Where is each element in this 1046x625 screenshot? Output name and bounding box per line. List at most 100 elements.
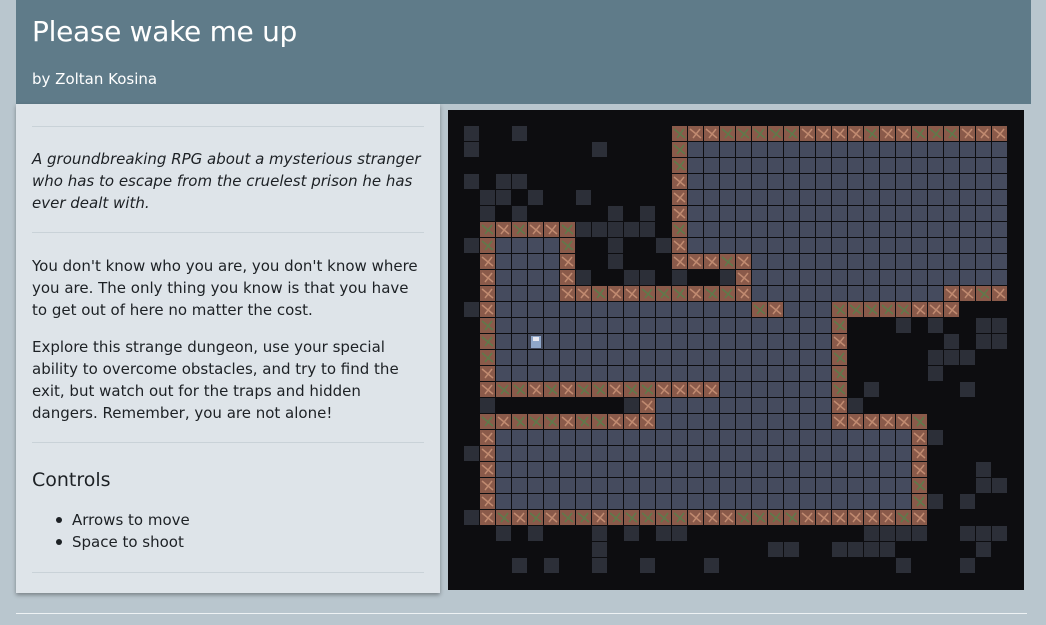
floor-tile xyxy=(816,142,831,157)
floor-tile xyxy=(624,446,639,461)
game-info-panel: A groundbreaking RPG about a mysterious … xyxy=(16,104,440,593)
floor-tile xyxy=(512,366,527,381)
rubble-tile xyxy=(592,542,607,557)
floor-tile xyxy=(576,350,591,365)
floor-tile xyxy=(608,478,623,493)
floor-tile xyxy=(704,494,719,509)
floor-tile xyxy=(736,366,751,381)
floor-tile xyxy=(704,206,719,221)
floor-tile xyxy=(608,462,623,477)
floor-tile xyxy=(784,174,799,189)
floor-tile xyxy=(800,414,815,429)
floor-tile xyxy=(672,494,687,509)
floor-tile xyxy=(704,222,719,237)
floor-tile xyxy=(752,270,767,285)
floor-tile xyxy=(736,302,751,317)
floor-tile xyxy=(688,478,703,493)
floor-tile xyxy=(848,190,863,205)
floor-tile xyxy=(992,158,1007,173)
floor-tile xyxy=(544,254,559,269)
floor-tile xyxy=(992,254,1007,269)
floor-tile xyxy=(608,334,623,349)
floor-tile xyxy=(672,350,687,365)
rubble-tile xyxy=(928,494,943,509)
floor-tile xyxy=(880,270,895,285)
floor-tile xyxy=(704,446,719,461)
floor-tile xyxy=(768,222,783,237)
floor-tile xyxy=(496,446,511,461)
floor-tile xyxy=(656,366,671,381)
controls-list: Arrows to move Space to shoot xyxy=(56,509,416,553)
floor-tile xyxy=(560,366,575,381)
floor-tile xyxy=(496,270,511,285)
rubble-tile xyxy=(720,270,735,285)
floor-tile xyxy=(864,462,879,477)
floor-tile xyxy=(768,174,783,189)
floor-tile xyxy=(800,382,815,397)
floor-tile xyxy=(912,254,927,269)
floor-tile xyxy=(768,366,783,381)
rubble-tile xyxy=(656,526,671,541)
floor-tile xyxy=(912,174,927,189)
game-canvas[interactable] xyxy=(448,110,1024,590)
floor-tile xyxy=(800,398,815,413)
floor-tile xyxy=(944,270,959,285)
floor-tile xyxy=(768,206,783,221)
control-label: Space to shoot xyxy=(72,533,184,551)
floor-tile xyxy=(624,366,639,381)
floor-tile xyxy=(768,190,783,205)
floor-tile xyxy=(848,254,863,269)
floor-tile xyxy=(928,190,943,205)
floor-tile xyxy=(704,398,719,413)
floor-tile xyxy=(592,462,607,477)
floor-tile xyxy=(544,462,559,477)
floor-tile xyxy=(768,158,783,173)
floor-tile xyxy=(768,270,783,285)
floor-tile xyxy=(864,238,879,253)
floor-tile xyxy=(800,302,815,317)
floor-tile xyxy=(656,398,671,413)
floor-tile xyxy=(640,334,655,349)
floor-tile xyxy=(880,446,895,461)
floor-tile xyxy=(864,206,879,221)
floor-tile xyxy=(720,494,735,509)
floor-tile xyxy=(608,366,623,381)
floor-tile xyxy=(496,254,511,269)
floor-tile xyxy=(832,270,847,285)
floor-tile xyxy=(592,350,607,365)
floor-tile xyxy=(960,254,975,269)
floor-tile xyxy=(768,350,783,365)
floor-tile xyxy=(736,190,751,205)
floor-tile xyxy=(672,302,687,317)
floor-tile xyxy=(544,302,559,317)
floor-tile xyxy=(816,462,831,477)
floor-tile xyxy=(928,206,943,221)
floor-tile xyxy=(752,174,767,189)
floor-tile xyxy=(816,270,831,285)
floor-tile xyxy=(512,270,527,285)
floor-tile xyxy=(864,446,879,461)
floor-tile xyxy=(544,270,559,285)
floor-tile xyxy=(816,174,831,189)
floor-tile xyxy=(768,414,783,429)
floor-tile xyxy=(544,318,559,333)
floor-tile xyxy=(688,446,703,461)
floor-tile xyxy=(496,494,511,509)
floor-tile xyxy=(816,494,831,509)
floor-tile xyxy=(496,286,511,301)
floor-tile xyxy=(720,158,735,173)
floor-tile xyxy=(560,462,575,477)
floor-tile xyxy=(736,318,751,333)
floor-tile xyxy=(800,270,815,285)
floor-tile xyxy=(816,350,831,365)
floor-tile xyxy=(784,462,799,477)
floor-tile xyxy=(576,366,591,381)
dungeon-map xyxy=(464,126,1007,573)
floor-tile xyxy=(656,350,671,365)
floor-tile xyxy=(656,318,671,333)
floor-tile xyxy=(592,494,607,509)
rubble-tile xyxy=(992,478,1007,493)
floor-tile xyxy=(656,494,671,509)
floor-tile xyxy=(560,334,575,349)
floor-tile xyxy=(496,366,511,381)
